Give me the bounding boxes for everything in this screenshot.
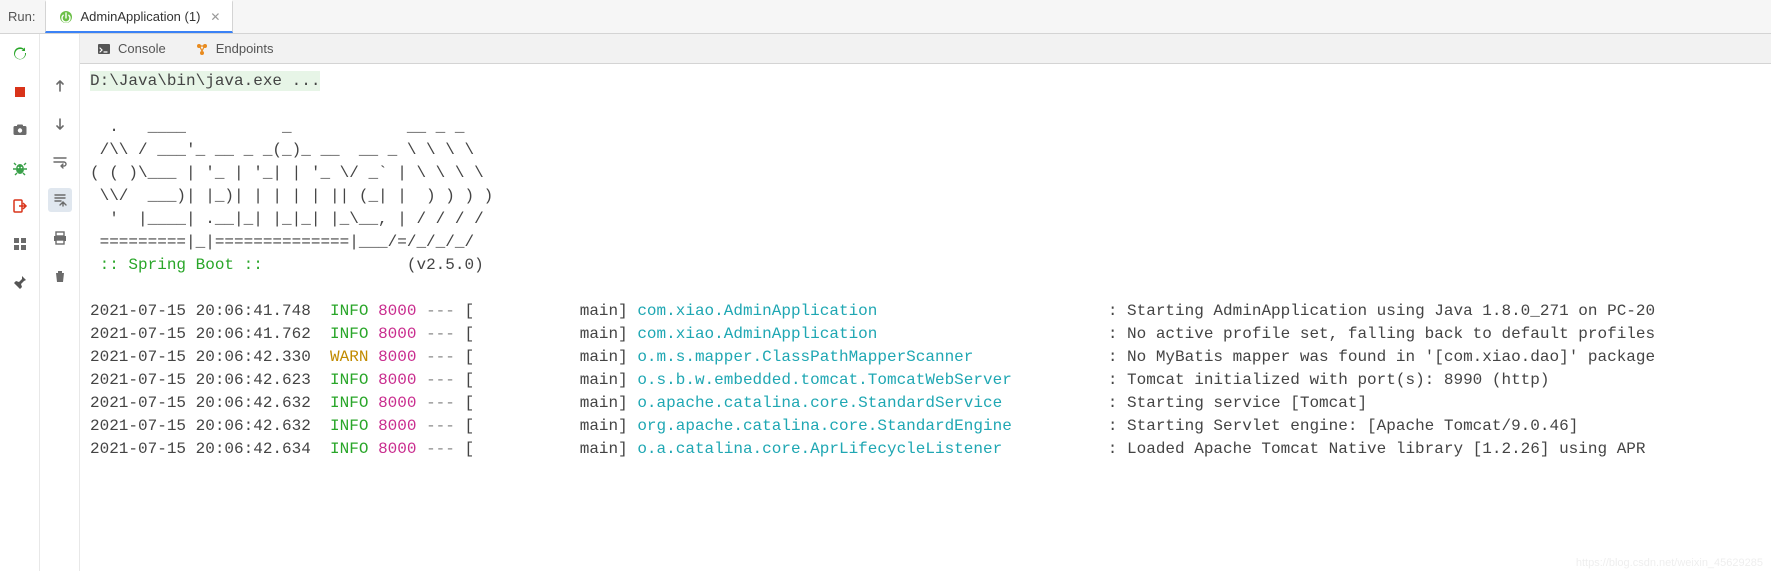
trash-icon[interactable]	[48, 264, 72, 288]
console-output[interactable]: D:\Java\bin\java.exe ... . ____ _ __ _ _…	[80, 64, 1771, 571]
endpoints-icon	[194, 41, 210, 57]
console-tabstrip: Console Endpoints	[80, 34, 1771, 64]
camera-icon[interactable]	[8, 118, 32, 142]
left-gutter-secondary	[40, 34, 80, 571]
scroll-down-icon[interactable]	[48, 112, 72, 136]
spring-boot-icon	[58, 9, 74, 25]
tab-console[interactable]: Console	[90, 34, 172, 63]
debug-attach-button[interactable]	[8, 156, 32, 180]
tab-endpoints-label: Endpoints	[216, 41, 274, 56]
print-icon[interactable]	[48, 226, 72, 250]
left-gutter-primary	[0, 34, 40, 571]
layout-settings-icon[interactable]	[8, 232, 32, 256]
soft-wrap-icon[interactable]	[48, 150, 72, 174]
run-config-title: AdminApplication (1)	[80, 9, 200, 24]
close-tab-icon[interactable]: ✕	[206, 10, 220, 24]
tab-endpoints[interactable]: Endpoints	[188, 34, 280, 63]
scroll-up-icon[interactable]	[48, 74, 72, 98]
command-line: D:\Java\bin\java.exe ...	[90, 71, 320, 91]
stop-button[interactable]	[8, 80, 32, 104]
tab-console-label: Console	[118, 41, 166, 56]
rerun-button[interactable]	[8, 42, 32, 66]
pin-icon[interactable]	[8, 270, 32, 294]
scroll-to-end-icon[interactable]	[48, 188, 72, 212]
console-icon	[96, 41, 112, 57]
main-area: Console Endpoints D:\Java\bin\java.exe .…	[80, 34, 1771, 571]
run-config-tab[interactable]: AdminApplication (1) ✕	[45, 0, 233, 33]
run-label: Run:	[8, 9, 45, 24]
exit-button[interactable]	[8, 194, 32, 218]
run-toolwindow-header: Run: AdminApplication (1) ✕	[0, 0, 1771, 34]
watermark-text: https://blog.csdn.net/weixin_45629285	[1576, 557, 1763, 569]
